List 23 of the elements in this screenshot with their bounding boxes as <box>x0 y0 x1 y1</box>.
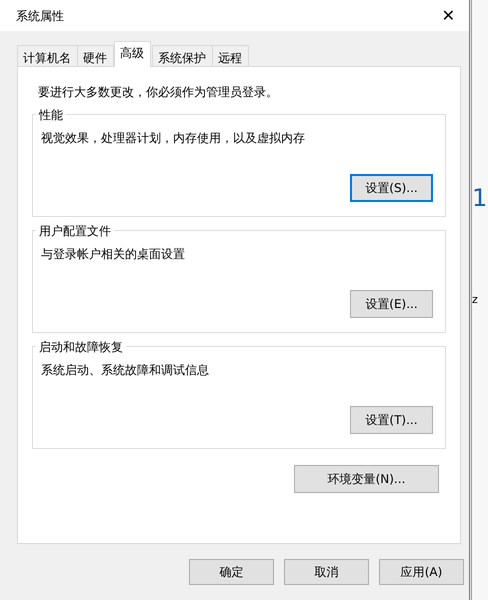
tab[interactable]: 计算机名 <box>17 45 78 67</box>
tab[interactable]: 系统保护 <box>152 45 213 67</box>
group-description: 与登录帐户相关的桌面设置 <box>41 246 186 263</box>
group-description: 视觉效果，处理器计划，内存使用，以及虚拟内存 <box>41 130 306 147</box>
settings-button[interactable]: 设置(T)... <box>350 406 433 434</box>
group-title: 性能 <box>36 106 66 124</box>
close-button[interactable]: ✕ <box>438 8 459 24</box>
environment-variables-button[interactable]: 环境变量(N)... <box>294 465 439 493</box>
tab[interactable]: 高级 <box>114 41 151 67</box>
group-title: 启动和故障恢复 <box>36 338 126 356</box>
tab[interactable]: 硬件 <box>77 45 114 67</box>
cancel-button[interactable]: 取消 <box>284 559 369 585</box>
admin-notice: 要进行大多数更改，你必须作为管理员登录。 <box>38 84 279 101</box>
group-title: 用户配置文件 <box>36 222 114 240</box>
background-text: 1 <box>472 186 488 210</box>
tab[interactable]: 远程 <box>212 45 249 67</box>
settings-button[interactable]: 设置(E)... <box>350 290 433 318</box>
ok-button[interactable]: 确定 <box>189 559 274 585</box>
apply-button[interactable]: 应用(A) <box>379 559 464 585</box>
window-title: 系统属性 <box>16 8 64 24</box>
settings-button[interactable]: 设置(S)... <box>350 174 433 202</box>
background-text: z <box>472 292 479 308</box>
group-description: 系统启动、系统故障和调试信息 <box>41 362 210 379</box>
